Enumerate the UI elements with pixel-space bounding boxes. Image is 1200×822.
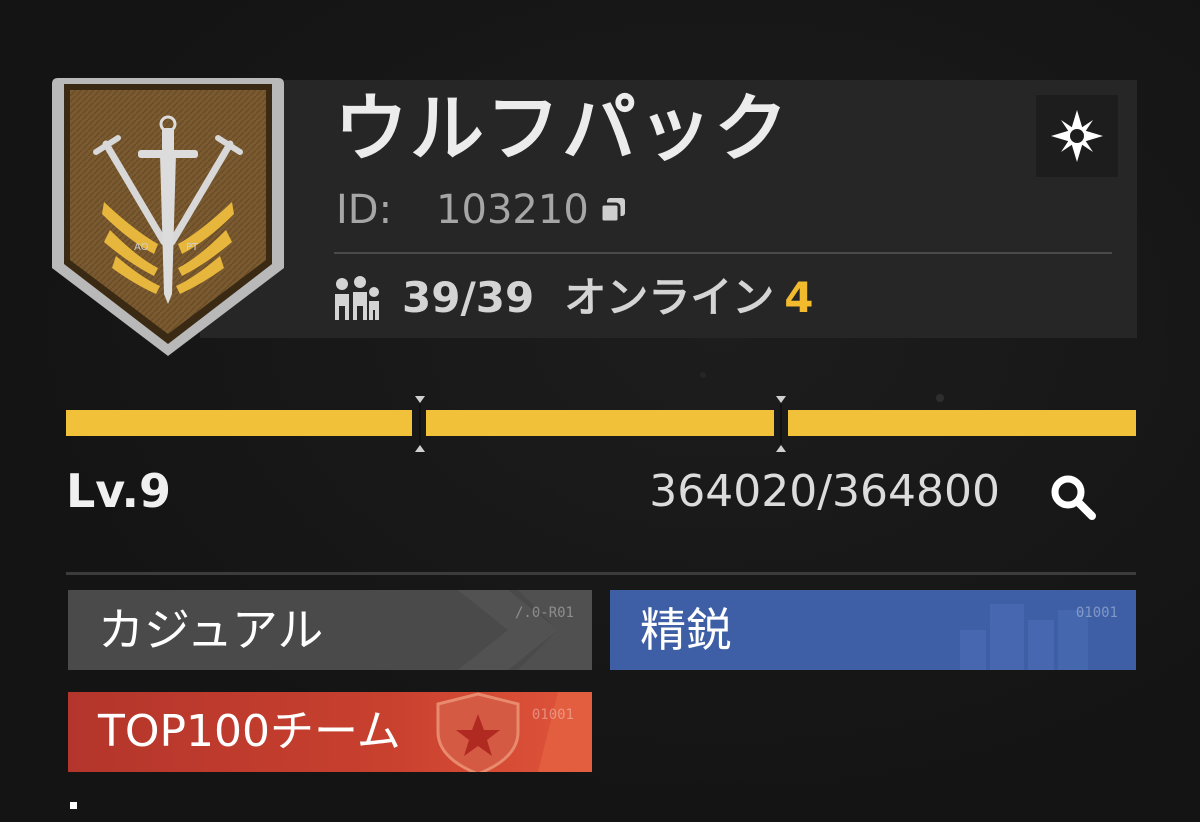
tag-elite[interactable]: 01001 精鋭: [610, 590, 1136, 670]
members-row: 39/39 オンライン 4: [332, 276, 813, 320]
tag-casual[interactable]: /.0-R01 カジュアル: [68, 590, 592, 670]
section-divider: [66, 572, 1136, 575]
xp-value: 364020/364800: [649, 466, 1000, 517]
star-shield-icon: [436, 692, 592, 772]
tag-top100-label: TOP100チーム: [98, 706, 401, 757]
emblem-shield-icon: AO PT: [52, 78, 284, 356]
header-divider: [334, 252, 1112, 254]
members-icon: [335, 276, 379, 320]
copy-icon[interactable]: [599, 195, 629, 225]
settings-button[interactable]: [1036, 95, 1118, 177]
xp-segment-1: [66, 410, 412, 436]
id-label: ID:: [336, 187, 393, 233]
search-icon[interactable]: [1040, 466, 1110, 526]
xp-segment-2: [426, 410, 774, 436]
tag-top100[interactable]: 01001 TOP100チーム: [68, 692, 592, 772]
tag-elite-label: 精鋭: [640, 603, 732, 657]
tag-code: /.0-R01: [514, 605, 574, 621]
emblem-text-right: PT: [186, 242, 199, 253]
tag-code: 01001: [531, 707, 574, 723]
tag-decoration: [960, 604, 1088, 670]
team-id-row: ID: 103210: [336, 190, 629, 230]
tag-casual-label: カジュアル: [98, 603, 324, 657]
xp-progress-bar: [66, 396, 1136, 452]
xp-segment-3: [788, 410, 1136, 436]
tag-decoration: [458, 590, 592, 670]
online-label: オンライン: [564, 273, 775, 322]
level-label: Lv.9: [66, 464, 172, 518]
emblem-text-left: AO: [134, 242, 149, 253]
cursor-dot: [70, 802, 77, 809]
tag-code: 01001: [1075, 605, 1118, 621]
members-count: 39/39: [402, 273, 535, 322]
id-value: 103210: [436, 187, 589, 233]
xp-milestone-marker: [415, 396, 425, 452]
xp-milestone-marker: [776, 396, 786, 452]
settings-icon: [1051, 110, 1103, 162]
team-name: ウルフパック: [334, 86, 790, 172]
online-count: 4: [784, 273, 814, 322]
